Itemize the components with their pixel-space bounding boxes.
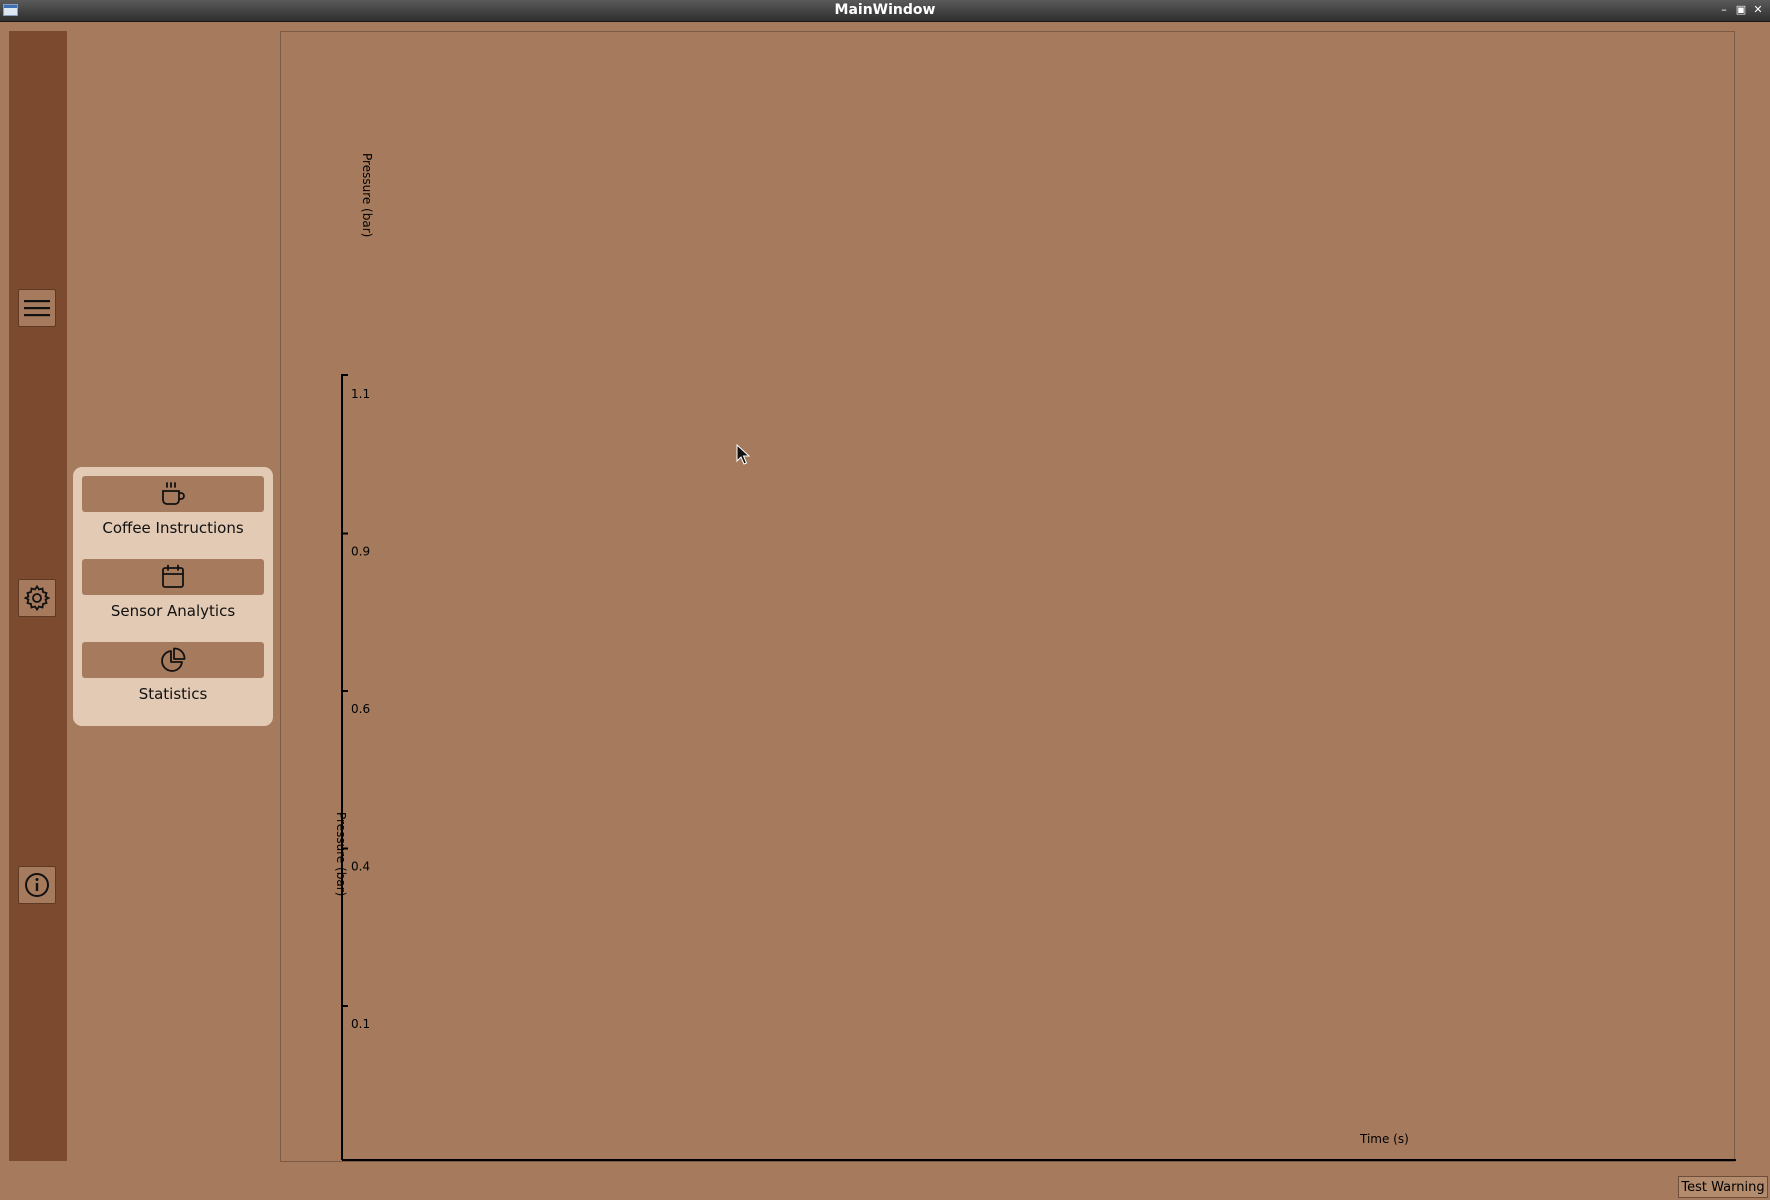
x-axis-label: Time (s) [1359,1132,1409,1146]
chart-canvas: Pressure (bar) Pressure (bar) Time (s) 1… [334,153,1736,1161]
coffee-cup-icon [162,482,185,505]
navigation-menu: Coffee Instructions Sensor Analytics Sta… [73,467,273,726]
coffee-instructions-button[interactable] [82,476,264,512]
y-tick-label: 0.9 [351,545,370,559]
minimize-icon[interactable]: – [1717,2,1731,18]
info-icon [25,873,49,897]
mouse-cursor-icon [736,444,750,465]
window-title: MainWindow [834,2,936,18]
y-tick-label: 0.1 [351,1017,370,1031]
sensor-analytics-label: Sensor Analytics [110,602,236,620]
side-rail [9,31,67,1161]
menu-toggle-button[interactable] [18,289,56,327]
title-bar: MainWindow – ▣ ✕ [0,0,1770,22]
maximize-icon[interactable]: ▣ [1734,2,1748,18]
test-warning-button[interactable]: Test Warning [1678,1176,1768,1198]
y-tick-label: 0.6 [351,702,370,716]
settings-button[interactable] [18,579,56,617]
y-tick-label: 1.1 [351,387,370,401]
gear-icon [24,585,50,611]
sensor-analytics-button[interactable] [82,559,264,595]
y-axis-label-overlay: Pressure (bar) [334,812,348,896]
info-button[interactable] [18,866,56,904]
pie-chart-icon [161,647,186,672]
statistics-label: Statistics [138,685,208,703]
calendar-icon [162,564,184,588]
pressure-chart[interactable]: Pressure (bar) Pressure (bar) Time (s) 1… [280,31,1736,1162]
coffee-instructions-label: Coffee Instructions [102,519,244,537]
y-axis-label: Pressure (bar) [360,153,374,237]
statistics-button[interactable] [82,642,264,678]
hamburger-menu-icon [24,300,50,317]
close-icon[interactable]: ✕ [1751,2,1765,18]
y-tick-label: 0.4 [351,860,370,874]
